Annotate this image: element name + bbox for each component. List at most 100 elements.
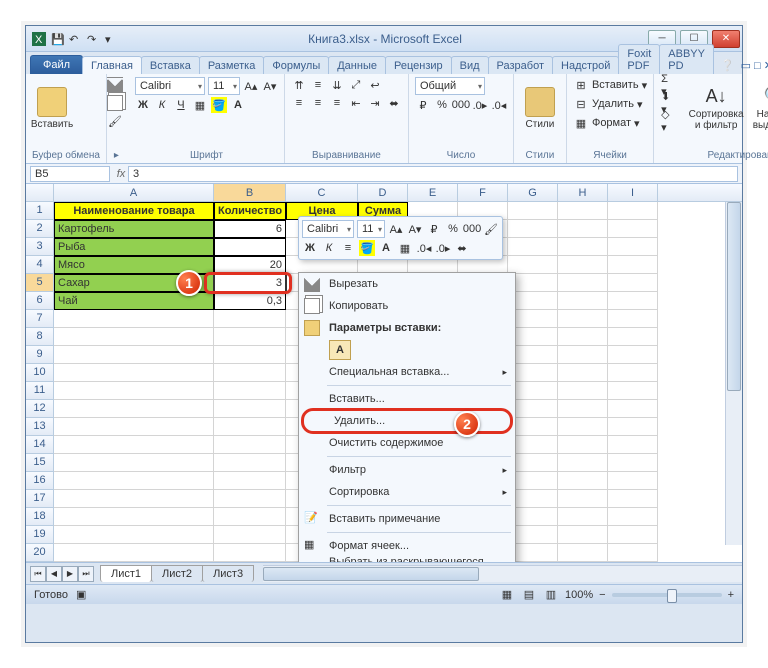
mini-fill-icon[interactable]: 🪣 [359,240,375,256]
cell[interactable] [558,544,608,562]
ribbon-tab[interactable]: ABBYY PD [659,44,714,74]
underline-icon[interactable]: Ч [173,97,189,113]
row-header[interactable]: 5 [26,274,54,292]
ribbon-tab[interactable]: Надстрой [552,56,619,74]
cell[interactable] [608,364,658,382]
ctx-filter[interactable]: Фильтр [299,459,515,481]
mini-currency-icon[interactable]: ₽ [426,221,442,237]
row-header[interactable]: 19 [26,526,54,544]
cell[interactable] [54,364,214,382]
cell[interactable] [558,436,608,454]
currency-icon[interactable]: ₽ [415,97,431,113]
border-icon[interactable]: ▦ [192,97,208,113]
cell[interactable] [608,256,658,274]
mini-border-icon[interactable]: ▦ [397,240,413,256]
column-header[interactable]: A [54,184,214,201]
cell[interactable] [54,346,214,364]
align-top-icon[interactable]: ⇈ [291,77,307,93]
ribbon-help-controls[interactable]: ❔ ▭ □ ✕ [713,56,768,74]
zoom-in-button[interactable]: + [728,589,734,601]
cell[interactable] [558,508,608,526]
cell[interactable] [558,256,608,274]
mini-font-combo[interactable]: Calibri [302,220,354,238]
align-right-icon[interactable]: ≡ [329,95,345,111]
cell[interactable] [214,310,286,328]
cell[interactable] [608,328,658,346]
decrease-indent-icon[interactable]: ⇤ [348,95,364,111]
cell[interactable] [558,454,608,472]
row-header[interactable]: 2 [26,220,54,238]
ctx-sort[interactable]: Сортировка [299,481,515,503]
sheet-tab[interactable]: Лист2 [151,565,203,582]
cell[interactable] [558,472,608,490]
format-cells-button[interactable]: ▦Формат ▾ [573,115,647,131]
ribbon-tab[interactable]: Разработ [488,56,553,74]
ribbon-tab[interactable]: Разметка [199,56,265,74]
cell[interactable]: Количество [214,202,286,220]
column-header[interactable]: H [558,184,608,201]
format-painter-icon[interactable]: 🖌 [107,113,123,129]
cell[interactable] [608,220,658,238]
column-header[interactable]: B [214,184,286,201]
ribbon-tab[interactable]: Данные [328,56,386,74]
cell[interactable] [54,328,214,346]
ctx-comment[interactable]: 📝Вставить примечание [299,508,515,530]
column-header[interactable]: C [286,184,358,201]
cell[interactable]: 3 [214,274,286,292]
cell[interactable] [54,418,214,436]
cell[interactable]: 6 [214,220,286,238]
cell[interactable] [558,346,608,364]
cell[interactable] [508,238,558,256]
cell[interactable] [558,292,608,310]
cell[interactable] [214,418,286,436]
row-header[interactable]: 16 [26,472,54,490]
fill-color-icon[interactable]: 🪣 [211,97,227,113]
row-header[interactable]: 18 [26,508,54,526]
cell[interactable]: 20 [214,256,286,274]
cell[interactable] [608,490,658,508]
vertical-scrollbar[interactable] [725,202,742,545]
cell[interactable] [214,346,286,364]
column-header[interactable]: F [458,184,508,201]
row-header[interactable]: 6 [26,292,54,310]
cell[interactable] [54,400,214,418]
row-header[interactable]: 12 [26,400,54,418]
ctx-paste-special[interactable]: Специальная вставка... [299,361,515,383]
zoom-out-button[interactable]: − [599,589,605,601]
name-box[interactable]: B5 [30,166,110,182]
align-bottom-icon[interactable]: ⇊ [329,77,345,93]
macro-record-icon[interactable]: ▣ [76,588,86,601]
row-header[interactable]: 15 [26,454,54,472]
ribbon-tab[interactable]: Вставка [141,56,200,74]
ctx-format-cells[interactable]: ▦Формат ячеек... [299,535,515,557]
cell[interactable] [608,382,658,400]
cell[interactable] [214,454,286,472]
bold-icon[interactable]: Ж [135,97,151,113]
formula-bar[interactable]: 3 [128,166,738,182]
view-pagebreak-icon[interactable]: ▥ [543,587,559,603]
cell[interactable] [508,220,558,238]
cell[interactable] [608,400,658,418]
cell[interactable] [214,382,286,400]
ribbon-tab[interactable]: Формулы [263,56,329,74]
cell[interactable] [558,400,608,418]
redo-icon[interactable]: ↷ [86,32,100,46]
row-header[interactable]: 11 [26,382,54,400]
cell[interactable]: Рыба [54,238,214,256]
mini-align-icon[interactable]: ≡ [340,240,356,256]
merge-icon[interactable]: ⬌ [386,95,402,111]
view-layout-icon[interactable]: ▤ [521,587,537,603]
cell[interactable] [608,202,658,220]
increase-font-icon[interactable]: A▴ [243,78,259,94]
paste-button[interactable]: Вставить [32,77,72,139]
sheet-tab-active[interactable]: Лист1 [100,565,152,582]
cell[interactable] [54,310,214,328]
decrease-font-icon[interactable]: A▾ [262,78,278,94]
tab-file[interactable]: Файл [30,55,83,74]
ctx-clear[interactable]: Очистить содержимое [299,432,515,454]
cell[interactable] [214,328,286,346]
cell[interactable] [608,544,658,562]
cell[interactable]: Наименование товара [54,202,214,220]
mini-bold-icon[interactable]: Ж [302,240,318,256]
mini-size-combo[interactable]: 11 [357,220,385,238]
